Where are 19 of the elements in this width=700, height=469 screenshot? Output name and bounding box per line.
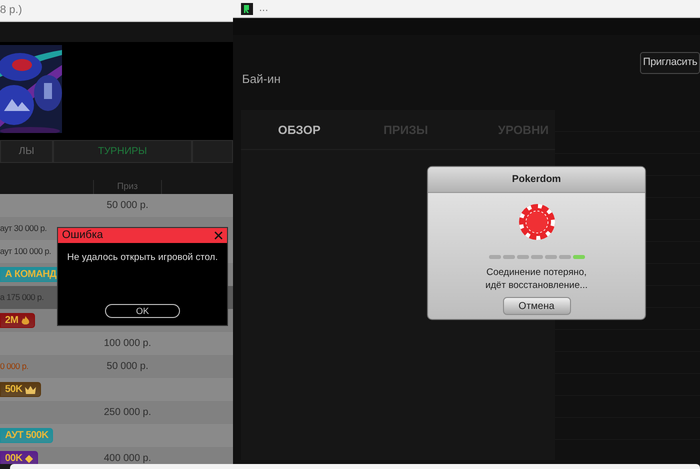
prize-amount: 50 000 р. [106, 199, 150, 213]
prize-amount: 250 000 р. [102, 406, 152, 420]
prize-amount: 100 000 р. [102, 337, 152, 351]
tournament-name: 0 000 р. [0, 360, 28, 373]
window-title: 8 р.) [0, 3, 22, 18]
status-message: Соединение потеряно, идёт восстановление... [485, 266, 588, 292]
window-title: ... [259, 1, 268, 16]
tournament-badge: 2М [0, 313, 36, 328]
prize-amount: 50 000 р. [106, 360, 150, 374]
prize-amount: 400 000 р. [102, 452, 152, 464]
buyin-label: Бай-ин [242, 71, 281, 88]
dialog-title: Ошибка [62, 228, 103, 244]
tournament-name: аут 30 000 р. [0, 222, 47, 235]
tournament-badge: 50K [0, 382, 42, 397]
tournament-badge: АУТ 500K [0, 428, 54, 443]
tournament-name: аут 100 000 р. [0, 245, 52, 258]
dialog-title: Pokerdom [512, 173, 561, 187]
tournament-badge: 00K [0, 451, 38, 464]
error-message: Не удалось открыть игровой стол. [66, 251, 219, 265]
